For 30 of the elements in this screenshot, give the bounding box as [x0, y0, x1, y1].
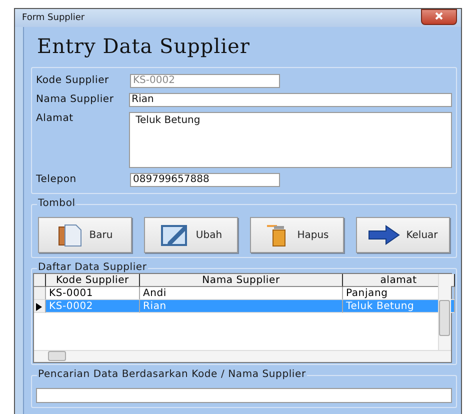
table-cell: KS-0002: [46, 300, 140, 313]
field-label: Telepon: [36, 173, 78, 187]
table-cell: Rian: [140, 300, 343, 313]
form-heading: Entry Data Supplier: [37, 33, 251, 59]
row-selector-header: [34, 274, 46, 287]
input-field[interactable]: 089799657888: [130, 173, 280, 187]
arrow-right-icon: [368, 225, 400, 245]
text-area[interactable]: Teluk Betung: [128, 112, 452, 168]
field-label: Kode Supplier: [36, 74, 110, 88]
pencil-on-box-icon: [160, 223, 190, 247]
column-header[interactable]: Kode Supplier: [46, 274, 140, 287]
toolbar-button[interactable]: Ubah: [144, 217, 238, 253]
field-label: Alamat: [36, 112, 74, 126]
horizontal-scrollbar[interactable]: [34, 350, 451, 362]
row-selector-cell[interactable]: [34, 287, 46, 300]
row-selector-cell[interactable]: [34, 300, 46, 313]
input-field[interactable]: Rian: [128, 93, 452, 107]
document-icon: [57, 223, 84, 247]
close-icon: [435, 12, 443, 20]
group-title: Daftar Data Supplier: [37, 262, 148, 274]
field-label: Nama Supplier: [36, 93, 115, 107]
search-field[interactable]: [36, 388, 452, 403]
vertical-scrollbar[interactable]: [438, 274, 451, 350]
toolbar-button[interactable]: Baru: [38, 217, 132, 253]
toolbar-button[interactable]: Keluar: [356, 217, 450, 253]
group-title: Pencarian Data Berdasarkan Kode / Nama Supplier: [37, 369, 307, 381]
column-header[interactable]: Nama Supplier: [140, 274, 343, 287]
close-button[interactable]: [421, 9, 457, 25]
window-title: Form Supplier: [22, 13, 85, 23]
toolbar-button[interactable]: Hapus: [250, 217, 344, 253]
